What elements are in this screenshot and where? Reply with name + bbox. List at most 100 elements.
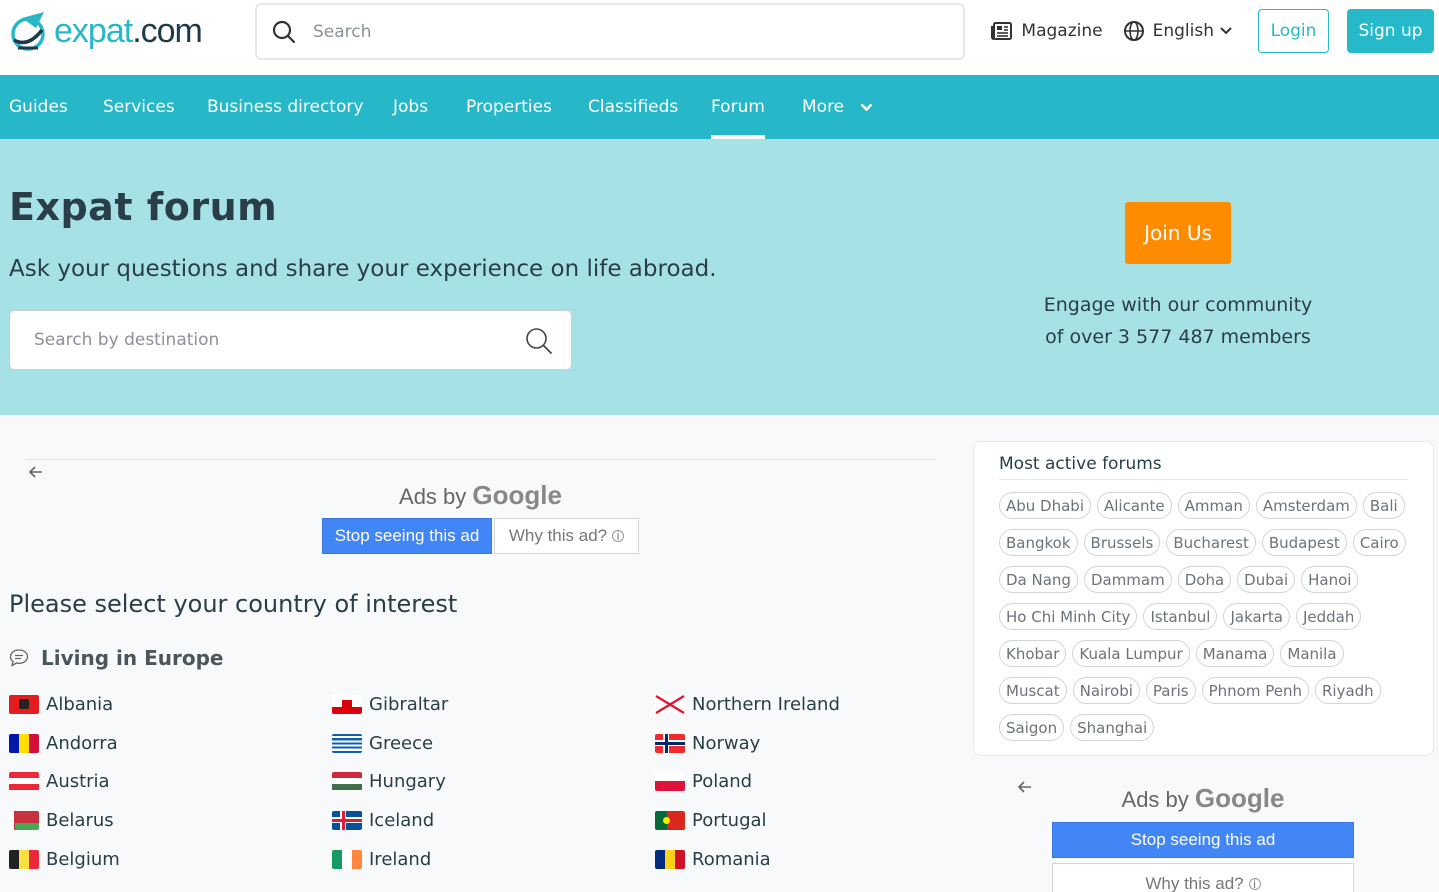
nav-item-business-directory[interactable]: Business directory <box>207 75 363 139</box>
forum-tag-riyadh[interactable]: Riyadh <box>1314 677 1381 704</box>
forum-tag-budapest[interactable]: Budapest <box>1261 529 1347 556</box>
forum-tag-manama[interactable]: Manama <box>1195 640 1275 667</box>
chevron-down-icon <box>1220 27 1232 35</box>
ads-by-google-label: Ads by Google <box>1121 783 1285 813</box>
global-search[interactable] <box>255 3 965 60</box>
most-active-forums-card: Most active forums Abu Dhabi Alicante Am… <box>973 441 1434 756</box>
country-link-belgium[interactable]: Belgium <box>9 847 120 871</box>
portugal-flag-icon <box>655 810 685 830</box>
tag-row: Saigon Shanghai <box>999 714 1419 741</box>
country-link-poland[interactable]: Poland <box>655 769 752 793</box>
magazine-link[interactable]: Magazine <box>991 21 1103 41</box>
tag-row: Bangkok Brussels Bucharest Budapest Cair… <box>999 529 1419 556</box>
join-us-button[interactable]: Join Us <box>1125 202 1231 264</box>
country-link-portugal[interactable]: Portugal <box>655 808 767 832</box>
ads-by-google-label: Ads by Google <box>399 480 562 510</box>
chevron-down-icon <box>860 103 872 111</box>
nav-item-forum[interactable]: Forum <box>711 75 765 139</box>
forum-tag-shanghai[interactable]: Shanghai <box>1070 714 1155 741</box>
andorra-flag-icon <box>9 733 39 753</box>
country-link-greece[interactable]: Greece <box>332 731 433 755</box>
country-link-belarus[interactable]: Belarus <box>9 808 114 832</box>
signup-button[interactable]: Sign up <box>1347 9 1434 53</box>
search-icon[interactable] <box>525 327 553 355</box>
nav-item-jobs[interactable]: Jobs <box>393 75 428 139</box>
forum-tag-bali[interactable]: Bali <box>1362 492 1405 519</box>
forum-tag-amsterdam[interactable]: Amsterdam <box>1255 492 1357 519</box>
country-link-northern-ireland[interactable]: Northern Ireland <box>655 692 840 716</box>
nav-more-label: More <box>802 97 845 117</box>
forum-tag-paris[interactable]: Paris <box>1145 677 1196 704</box>
top-header: expat.com Magazine <box>0 0 1439 75</box>
nav-item-guides[interactable]: Guides <box>9 75 68 139</box>
nav-item-properties[interactable]: Properties <box>466 75 552 139</box>
country-link-ireland[interactable]: Ireland <box>332 847 431 871</box>
forum-tag-jakarta[interactable]: Jakarta <box>1223 603 1290 630</box>
forums-card-title: Most active forums <box>999 454 1162 474</box>
sidebar-ad-block: Ads by Google Stop seeing this ad Why th… <box>1010 775 1396 892</box>
language-selector[interactable]: English <box>1123 20 1240 42</box>
nav-item-more[interactable]: More <box>802 75 873 139</box>
stop-seeing-ad-button[interactable]: Stop seeing this ad <box>322 518 492 554</box>
romania-flag-icon <box>655 849 685 869</box>
forum-tag-alicante[interactable]: Alicante <box>1097 492 1172 519</box>
forum-tag-jeddah[interactable]: Jeddah <box>1295 603 1362 630</box>
country-link-romania[interactable]: Romania <box>655 847 771 871</box>
country-link-austria[interactable]: Austria <box>9 769 110 793</box>
forum-tag-dubai[interactable]: Dubai <box>1237 566 1296 593</box>
belgium-flag-icon <box>9 849 39 869</box>
nav-item-classifieds[interactable]: Classifieds <box>588 75 678 139</box>
forum-tag-brussels[interactable]: Brussels <box>1083 529 1161 556</box>
forum-tag-cairo[interactable]: Cairo <box>1352 529 1406 556</box>
forum-tag-hanoi[interactable]: Hanoi <box>1301 566 1359 593</box>
stop-seeing-ad-button[interactable]: Stop seeing this ad <box>1052 822 1354 858</box>
community-text: Engage with our community of over 3 577 … <box>1018 289 1338 353</box>
globe-icon <box>1123 21 1144 41</box>
destination-search[interactable] <box>9 310 572 370</box>
forum-tag-istanbul[interactable]: Istanbul <box>1143 603 1218 630</box>
login-button[interactable]: Login <box>1258 9 1329 53</box>
country-link-hungary[interactable]: Hungary <box>332 769 446 793</box>
destination-search-input[interactable] <box>34 330 504 350</box>
forum-tag-bangkok[interactable]: Bangkok <box>999 529 1078 556</box>
country-link-gibraltar[interactable]: Gibraltar <box>332 692 448 716</box>
country-link-norway[interactable]: Norway <box>655 731 760 755</box>
why-this-ad-button[interactable]: Why this ad? i <box>1052 863 1354 892</box>
forum-tag-ho-chi-minh-city[interactable]: Ho Chi Minh City <box>999 603 1138 630</box>
tag-row: Ho Chi Minh City Istanbul Jakarta Jeddah <box>999 603 1419 630</box>
forum-tags: Abu Dhabi Alicante Amman Amsterdam Bali … <box>999 492 1419 751</box>
forum-tag-khobar[interactable]: Khobar <box>999 640 1067 667</box>
search-input[interactable] <box>313 21 913 42</box>
site-logo[interactable]: expat.com <box>8 9 203 53</box>
page-title: Expat forum <box>9 185 278 229</box>
ireland-flag-icon <box>332 849 362 869</box>
forum-tag-muscat[interactable]: Muscat <box>999 677 1067 704</box>
info-icon: i <box>612 530 625 542</box>
forum-tag-saigon[interactable]: Saigon <box>999 714 1065 741</box>
why-this-ad-button[interactable]: Why this ad? i <box>494 518 639 554</box>
hero-section: Expat forum Ask your questions and share… <box>0 139 1439 415</box>
austria-flag-icon <box>9 771 39 791</box>
country-link-iceland[interactable]: Iceland <box>332 808 434 832</box>
forum-tag-doha[interactable]: Doha <box>1177 566 1232 593</box>
logo-text: expat.com <box>54 11 203 50</box>
globe-logo-icon <box>11 12 45 51</box>
nav-item-services[interactable]: Services <box>103 75 175 139</box>
forum-tag-abu-dhabi[interactable]: Abu Dhabi <box>999 492 1091 519</box>
forum-tag-manila[interactable]: Manila <box>1280 640 1344 667</box>
forum-tag-amman[interactable]: Amman <box>1177 492 1250 519</box>
tag-row: Abu Dhabi Alicante Amman Amsterdam Bali <box>999 492 1419 519</box>
forum-tag-kuala-lumpur[interactable]: Kuala Lumpur <box>1072 640 1190 667</box>
arrow-left-icon[interactable] <box>28 464 44 480</box>
forum-tag-bucharest[interactable]: Bucharest <box>1166 529 1256 556</box>
greece-flag-icon <box>332 733 362 753</box>
page-subtitle: Ask your questions and share your experi… <box>9 256 717 282</box>
country-link-andorra[interactable]: Andorra <box>9 731 118 755</box>
chat-bubble-icon <box>9 649 29 667</box>
header-actions: Magazine English Login Sign up <box>991 9 1434 53</box>
forum-tag-nairobi[interactable]: Nairobi <box>1072 677 1140 704</box>
forum-tag-dammam[interactable]: Dammam <box>1083 566 1172 593</box>
country-link-albania[interactable]: Albania <box>9 692 113 716</box>
forum-tag-da-nang[interactable]: Da Nang <box>999 566 1078 593</box>
forum-tag-phnom-penh[interactable]: Phnom Penh <box>1201 677 1309 704</box>
